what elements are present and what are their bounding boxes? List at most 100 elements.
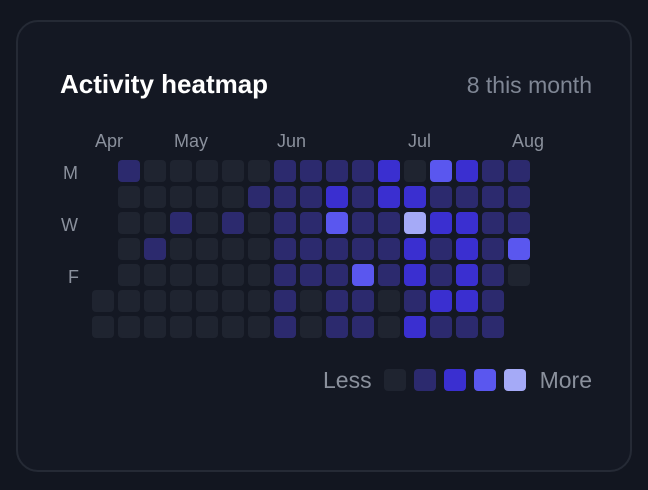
- heatmap-cell[interactable]: [248, 290, 270, 312]
- heatmap-cell[interactable]: [378, 238, 400, 260]
- heatmap-cell[interactable]: [482, 160, 504, 182]
- heatmap-cell[interactable]: [144, 186, 166, 208]
- heatmap-cell[interactable]: [274, 264, 296, 286]
- heatmap-cell[interactable]: [144, 290, 166, 312]
- heatmap-cell[interactable]: [274, 160, 296, 182]
- heatmap-cell[interactable]: [326, 290, 348, 312]
- heatmap-cell[interactable]: [456, 160, 478, 182]
- heatmap-cell[interactable]: [144, 316, 166, 338]
- heatmap-cell[interactable]: [326, 186, 348, 208]
- heatmap-cell[interactable]: [300, 290, 322, 312]
- heatmap-cell[interactable]: [118, 238, 140, 260]
- heatmap-cell[interactable]: [118, 264, 140, 286]
- heatmap-cell[interactable]: [482, 316, 504, 338]
- heatmap-cell[interactable]: [144, 264, 166, 286]
- heatmap-cell[interactable]: [352, 160, 374, 182]
- heatmap-cell[interactable]: [508, 238, 530, 260]
- heatmap-cell[interactable]: [222, 264, 244, 286]
- heatmap-cell[interactable]: [508, 212, 530, 234]
- heatmap-cell[interactable]: [196, 290, 218, 312]
- heatmap-cell[interactable]: [248, 238, 270, 260]
- heatmap-cell[interactable]: [300, 160, 322, 182]
- heatmap-cell[interactable]: [430, 160, 452, 182]
- heatmap-cell[interactable]: [352, 238, 374, 260]
- heatmap-cell[interactable]: [144, 212, 166, 234]
- heatmap-cell[interactable]: [118, 290, 140, 312]
- heatmap-cell[interactable]: [326, 160, 348, 182]
- heatmap-cell[interactable]: [248, 264, 270, 286]
- heatmap-cell[interactable]: [352, 186, 374, 208]
- heatmap-cell[interactable]: [326, 238, 348, 260]
- heatmap-cell[interactable]: [352, 290, 374, 312]
- heatmap-cell[interactable]: [170, 186, 192, 208]
- heatmap-cell[interactable]: [170, 212, 192, 234]
- heatmap-cell[interactable]: [430, 212, 452, 234]
- heatmap-cell[interactable]: [352, 212, 374, 234]
- heatmap-cell[interactable]: [274, 186, 296, 208]
- heatmap-cell[interactable]: [352, 316, 374, 338]
- heatmap-cell[interactable]: [404, 160, 426, 182]
- heatmap-cell[interactable]: [326, 316, 348, 338]
- heatmap-cell[interactable]: [92, 316, 114, 338]
- heatmap-cell[interactable]: [196, 238, 218, 260]
- heatmap-cell[interactable]: [196, 212, 218, 234]
- heatmap-cell[interactable]: [378, 160, 400, 182]
- heatmap-cell[interactable]: [456, 264, 478, 286]
- heatmap-cell[interactable]: [144, 238, 166, 260]
- heatmap-cell[interactable]: [404, 290, 426, 312]
- heatmap-cell[interactable]: [274, 238, 296, 260]
- heatmap-cell[interactable]: [300, 186, 322, 208]
- heatmap-cell[interactable]: [222, 212, 244, 234]
- heatmap-cell[interactable]: [482, 290, 504, 312]
- heatmap-cell[interactable]: [378, 212, 400, 234]
- heatmap-cell[interactable]: [378, 316, 400, 338]
- heatmap-cell[interactable]: [404, 186, 426, 208]
- heatmap-cell[interactable]: [300, 264, 322, 286]
- heatmap-cell[interactable]: [430, 238, 452, 260]
- heatmap-cell[interactable]: [274, 212, 296, 234]
- heatmap-cell[interactable]: [170, 264, 192, 286]
- heatmap-cell[interactable]: [196, 316, 218, 338]
- heatmap-cell[interactable]: [508, 160, 530, 182]
- heatmap-cell[interactable]: [404, 212, 426, 234]
- heatmap-cell[interactable]: [222, 186, 244, 208]
- heatmap-cell[interactable]: [482, 238, 504, 260]
- heatmap-cell[interactable]: [222, 238, 244, 260]
- heatmap-cell[interactable]: [300, 238, 322, 260]
- heatmap-cell[interactable]: [300, 316, 322, 338]
- heatmap-cell[interactable]: [378, 290, 400, 312]
- heatmap-cell[interactable]: [118, 212, 140, 234]
- heatmap-cell[interactable]: [508, 264, 530, 286]
- heatmap-cell[interactable]: [196, 264, 218, 286]
- heatmap-cell[interactable]: [378, 186, 400, 208]
- heatmap-cell[interactable]: [300, 212, 322, 234]
- heatmap-cell[interactable]: [248, 212, 270, 234]
- heatmap-cell[interactable]: [456, 238, 478, 260]
- heatmap-cell[interactable]: [170, 160, 192, 182]
- heatmap-cell[interactable]: [170, 290, 192, 312]
- heatmap-cell[interactable]: [404, 316, 426, 338]
- heatmap-cell[interactable]: [222, 316, 244, 338]
- heatmap-cell[interactable]: [170, 238, 192, 260]
- heatmap-cell[interactable]: [326, 212, 348, 234]
- heatmap-cell[interactable]: [196, 160, 218, 182]
- heatmap-cell[interactable]: [248, 186, 270, 208]
- heatmap-cell[interactable]: [170, 316, 192, 338]
- heatmap-cell[interactable]: [118, 186, 140, 208]
- heatmap-cell[interactable]: [508, 186, 530, 208]
- heatmap-cell[interactable]: [456, 212, 478, 234]
- heatmap-cell[interactable]: [326, 264, 348, 286]
- heatmap-cell[interactable]: [482, 212, 504, 234]
- heatmap-cell[interactable]: [352, 264, 374, 286]
- heatmap-cell[interactable]: [378, 264, 400, 286]
- heatmap-cell[interactable]: [482, 264, 504, 286]
- heatmap-cell[interactable]: [274, 316, 296, 338]
- heatmap-cell[interactable]: [430, 316, 452, 338]
- heatmap-cell[interactable]: [404, 238, 426, 260]
- heatmap-cell[interactable]: [222, 160, 244, 182]
- heatmap-cell[interactable]: [482, 186, 504, 208]
- heatmap-cell[interactable]: [430, 290, 452, 312]
- heatmap-cell[interactable]: [92, 290, 114, 312]
- heatmap-cell[interactable]: [118, 316, 140, 338]
- heatmap-cell[interactable]: [248, 160, 270, 182]
